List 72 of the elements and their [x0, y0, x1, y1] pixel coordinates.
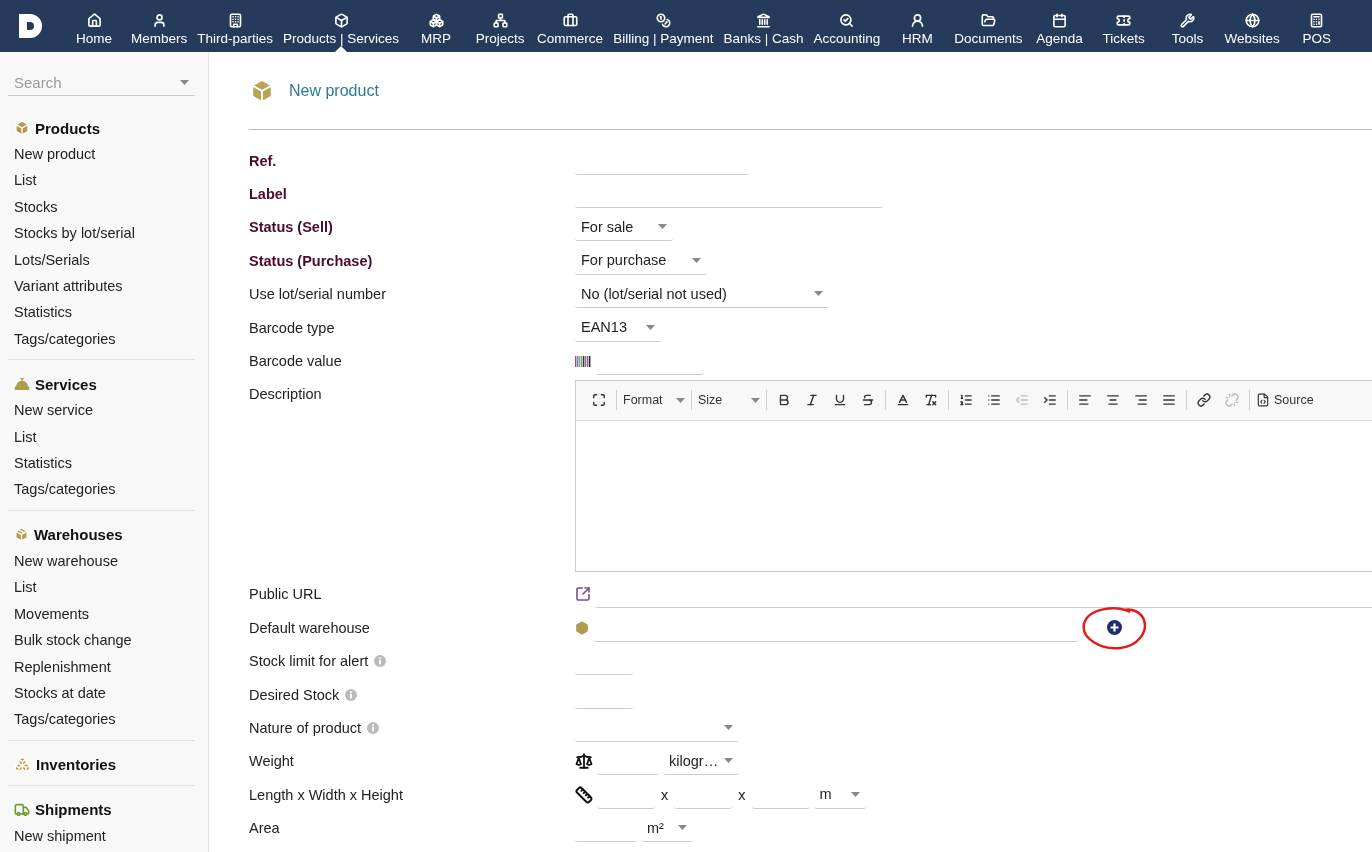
- dropdown[interactable]: For sale: [575, 213, 673, 242]
- sidebar-link[interactable]: Movements: [14, 600, 195, 628]
- menu-tab[interactable]: POS: [1284, 0, 1349, 52]
- sidebar-link[interactable]: Variant attributes: [14, 273, 195, 300]
- menu-tab[interactable]: Commerce: [532, 0, 609, 52]
- rich-text-editor[interactable]: Format Size Source: [575, 379, 1372, 572]
- menu-tab[interactable]: Home: [62, 0, 126, 52]
- sidebar-link[interactable]: List: [14, 574, 195, 601]
- menu-tab[interactable]: Tools: [1155, 0, 1220, 52]
- sidebar-link[interactable]: Bulk stock change: [14, 627, 195, 654]
- menu-tab[interactable]: Agenda: [1027, 0, 1092, 52]
- field-label: Barcode value: [249, 353, 342, 370]
- sidebar-link[interactable]: New service: [14, 397, 195, 424]
- field-label: Length x Width x Height: [249, 786, 403, 803]
- field-label: Ref.: [249, 152, 277, 169]
- menu-tab[interactable]: Websites: [1219, 0, 1285, 52]
- field-label: Area: [249, 820, 280, 837]
- sidebar-link[interactable]: Tags/categories: [14, 476, 195, 503]
- source-button[interactable]: Source: [1254, 387, 1316, 414]
- section-title[interactable]: Products: [14, 115, 195, 141]
- dropdown[interactable]: EAN13: [575, 313, 661, 342]
- sidebar-link[interactable]: Statistics: [14, 450, 195, 477]
- field-label: Default warehouse: [249, 619, 370, 636]
- dropdown[interactable]: No (lot/serial not used): [575, 280, 829, 309]
- menu-tab[interactable]: Billing | Payment: [608, 0, 719, 52]
- menu-tab[interactable]: Tickets: [1091, 0, 1156, 52]
- field-label: Status (Sell): [249, 219, 333, 236]
- section-title[interactable]: Shipments: [14, 796, 195, 823]
- field-label: Nature of product: [249, 720, 362, 736]
- sidebar-link[interactable]: List: [14, 423, 195, 451]
- dropdown[interactable]: m²: [641, 814, 693, 843]
- field-label: Public URL: [249, 586, 322, 603]
- sidebar-link[interactable]: Replenishment: [14, 653, 195, 680]
- field-label: Status (Purchase): [249, 252, 373, 269]
- menu-tab[interactable]: HRM: [885, 0, 950, 52]
- field-label: Label: [249, 186, 287, 203]
- dropdown[interactable]: m: [813, 780, 866, 809]
- menu-tab[interactable]: Members: [126, 0, 193, 52]
- menu-tab[interactable]: MRP: [404, 0, 469, 52]
- separator-text: x: [737, 786, 747, 803]
- sidebar-link[interactable]: Lots/Serials: [14, 246, 195, 274]
- sidebar-link[interactable]: New warehouse: [14, 547, 195, 575]
- field-label: Description: [249, 386, 322, 403]
- field-label: Stock limit for alert: [249, 653, 369, 670]
- sidebar-link[interactable]: Tags/categories: [14, 325, 195, 353]
- section-title[interactable]: Services: [14, 371, 195, 398]
- sidebar-link[interactable]: List: [14, 167, 195, 194]
- menu-tab[interactable]: Documents: [949, 0, 1028, 52]
- sidebar-link[interactable]: Statistics: [14, 299, 195, 326]
- field-label: Weight: [249, 753, 294, 770]
- sidebar-link[interactable]: Stocks at date: [14, 679, 195, 707]
- section-title[interactable]: Inventories: [14, 751, 195, 778]
- sidebar-link[interactable]: New product: [14, 141, 195, 168]
- section-title[interactable]: Warehouses: [14, 521, 195, 548]
- field-label: Desired Stock: [249, 686, 340, 703]
- menu-tab[interactable]: Products | Services: [278, 0, 405, 52]
- field-label: Barcode type: [249, 319, 335, 336]
- page-title: New product: [289, 81, 379, 100]
- menu-tab[interactable]: Accounting: [808, 0, 886, 52]
- format-dropdown[interactable]: Format: [621, 387, 687, 414]
- dropdown[interactable]: kilogr…: [663, 747, 739, 776]
- menu-tab[interactable]: Third-parties: [192, 0, 279, 52]
- sidebar-link[interactable]: Tags/categories: [14, 706, 195, 733]
- field-label: Use lot/serial number: [249, 286, 386, 303]
- separator-text: x: [660, 786, 670, 803]
- dropdown[interactable]: For purchase: [575, 246, 707, 275]
- sidebar-link[interactable]: Stocks by lot/serial: [14, 220, 195, 247]
- sidebar-link[interactable]: New shipment: [14, 822, 195, 850]
- size-dropdown[interactable]: Size: [696, 387, 762, 414]
- menu-tab[interactable]: Projects: [468, 0, 533, 52]
- sidebar-link[interactable]: Stocks: [14, 193, 195, 221]
- menu-tab[interactable]: Banks | Cash: [718, 0, 809, 52]
